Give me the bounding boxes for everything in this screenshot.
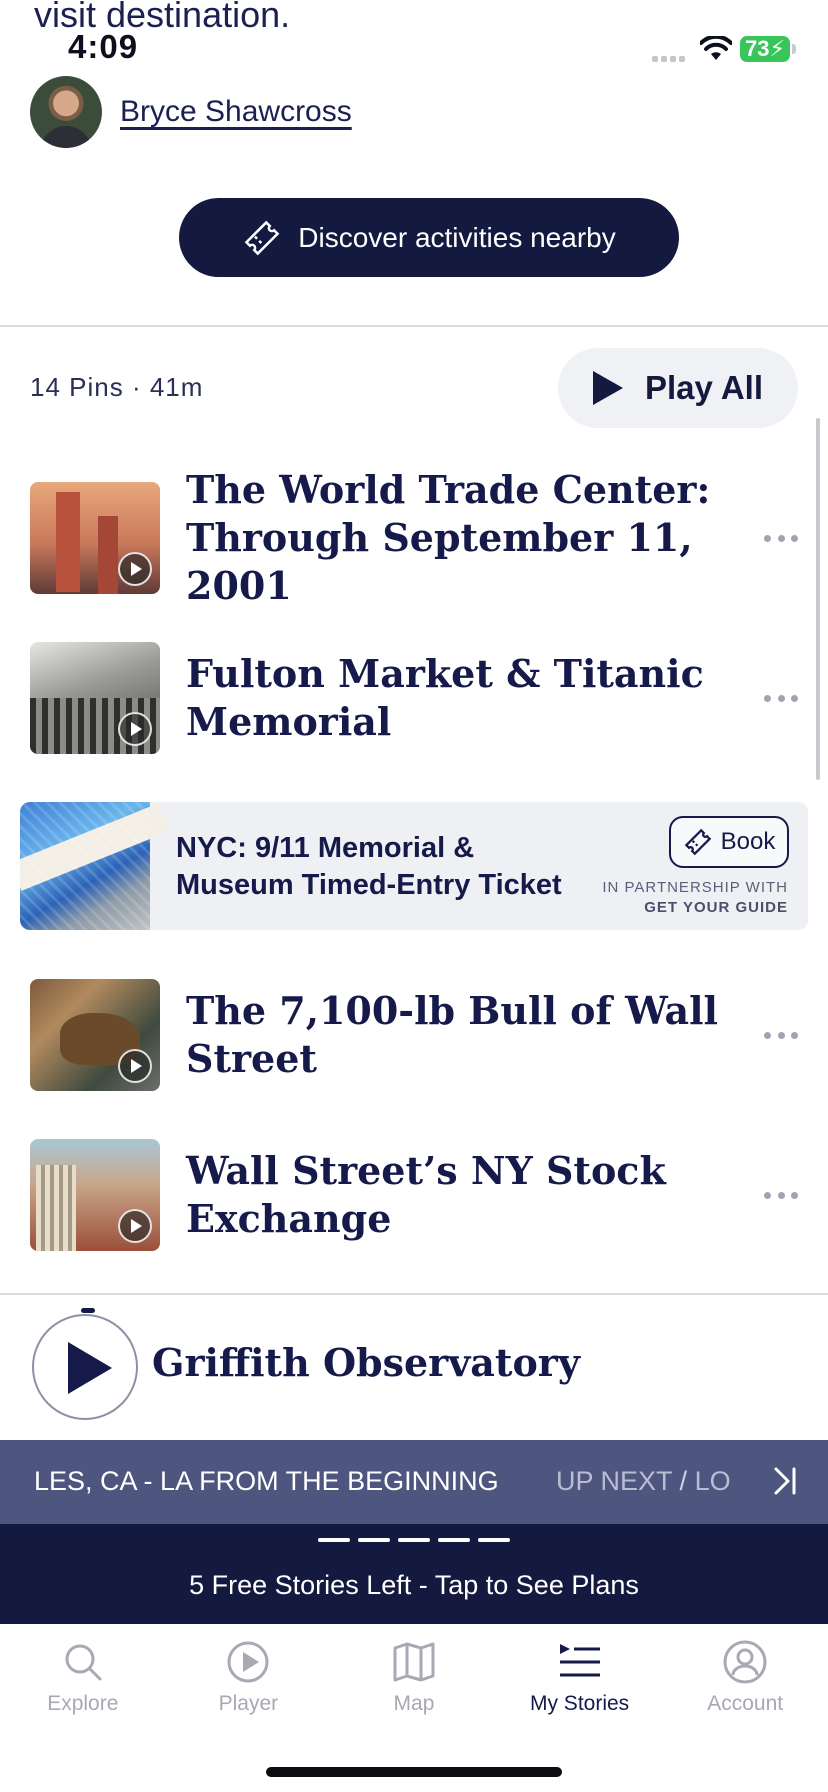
play-icon bbox=[118, 1209, 152, 1243]
tab-bar: Explore Player Map My Stories Account bbox=[0, 1624, 828, 1744]
play-icon bbox=[118, 1049, 152, 1083]
play-icon bbox=[118, 712, 152, 746]
scrollbar[interactable] bbox=[816, 418, 820, 780]
avatar[interactable] bbox=[30, 76, 102, 148]
drag-handle[interactable] bbox=[318, 1538, 518, 1542]
account-icon bbox=[723, 1640, 767, 1684]
book-button-label: Book bbox=[720, 828, 776, 855]
more-options-icon[interactable] bbox=[764, 528, 798, 548]
more-options-icon[interactable] bbox=[764, 1025, 798, 1045]
play-all-label: Play All bbox=[645, 369, 763, 406]
partnership-text: IN PARTNERSHIP WITH bbox=[602, 879, 788, 896]
discover-activities-button[interactable]: Discover activities nearby bbox=[179, 198, 679, 277]
promo-title: NYC: 9/11 Memorial & Museum Timed-Entry … bbox=[176, 832, 562, 901]
tour-marquee[interactable]: LES, CA - LA FROM THE BEGINNING UP NEXT … bbox=[0, 1440, 828, 1524]
pin-title: The 7,100-lb Bull of Wall Street bbox=[186, 988, 718, 1081]
battery-level: 73 bbox=[745, 36, 770, 61]
tab-player[interactable]: Player bbox=[166, 1624, 332, 1744]
section-divider bbox=[0, 325, 828, 327]
playlist-icon bbox=[559, 1644, 600, 1677]
promo-ticket-card[interactable]: NYC: 9/11 Memorial & Museum Timed-Entry … bbox=[20, 802, 808, 930]
list-item[interactable]: Wall Street’s NY Stock Exchange bbox=[30, 1139, 800, 1251]
play-all-button[interactable]: Play All bbox=[558, 348, 798, 428]
partner-name: GET YOUR GUIDE bbox=[644, 899, 788, 916]
pin-title: Wall Street’s NY Stock Exchange bbox=[186, 1148, 666, 1241]
play-icon bbox=[593, 371, 623, 405]
more-options-icon[interactable] bbox=[764, 688, 798, 708]
tab-label: Account bbox=[707, 1692, 784, 1715]
list-item[interactable]: The 7,100-lb Bull of Wall Street bbox=[30, 979, 800, 1091]
battery-icon: 73⚡ bbox=[740, 36, 790, 62]
status-time: 4:09 bbox=[68, 28, 139, 65]
play-circle-icon bbox=[227, 1641, 269, 1683]
free-stories-banner[interactable]: 5 Free Stories Left - Tap to See Plans bbox=[0, 1524, 828, 1624]
tab-label: Player bbox=[218, 1692, 279, 1715]
cellular-signal-icon bbox=[652, 54, 688, 65]
tab-map[interactable]: Map bbox=[331, 1624, 497, 1744]
tab-label: My Stories bbox=[529, 1692, 630, 1715]
play-button[interactable] bbox=[32, 1314, 138, 1420]
tab-label: Explore bbox=[47, 1692, 119, 1715]
author-name-link[interactable]: Bryce Shawcross bbox=[120, 95, 352, 129]
section-divider bbox=[0, 1293, 828, 1295]
tab-my-stories[interactable]: My Stories bbox=[497, 1624, 663, 1744]
list-item[interactable]: The World Trade Center: Through Septembe… bbox=[30, 467, 800, 608]
now-playing-bar[interactable]: Griffith Observatory bbox=[0, 1296, 828, 1440]
pin-thumbnail[interactable] bbox=[30, 642, 160, 754]
book-button[interactable]: Book bbox=[669, 816, 789, 868]
promo-thumbnail bbox=[20, 802, 150, 930]
tab-account[interactable]: Account bbox=[662, 1624, 828, 1744]
skip-next-icon[interactable] bbox=[770, 1464, 800, 1498]
author-row[interactable]: Bryce Shawcross bbox=[30, 76, 352, 148]
pin-title: Fulton Market & Titanic Memorial bbox=[186, 651, 704, 744]
tab-explore[interactable]: Explore bbox=[0, 1624, 166, 1744]
partnership-label: IN PARTNERSHIP WITH GET YOUR GUIDE bbox=[602, 878, 788, 918]
ticket-icon bbox=[684, 828, 711, 856]
search-icon bbox=[65, 1644, 102, 1681]
status-bar: 4:09 73⚡ bbox=[0, 0, 828, 80]
playlist-meta: 14 Pins · 41m bbox=[30, 372, 204, 402]
playback-progress-indicator bbox=[81, 1308, 95, 1313]
home-indicator[interactable] bbox=[266, 1767, 562, 1777]
list-item[interactable]: Fulton Market & Titanic Memorial bbox=[30, 642, 800, 754]
pin-thumbnail[interactable] bbox=[30, 1139, 160, 1251]
ticket-icon bbox=[244, 220, 280, 255]
pin-thumbnail[interactable] bbox=[30, 979, 160, 1091]
play-icon bbox=[118, 552, 152, 586]
free-stories-text: 5 Free Stories Left - Tap to See Plans bbox=[189, 1570, 639, 1600]
now-playing-title: Griffith Observatory bbox=[152, 1340, 580, 1385]
tab-label: Map bbox=[393, 1692, 435, 1715]
up-next-label: UP NEXT / LO bbox=[556, 1466, 731, 1496]
marquee-text: LES, CA - LA FROM THE BEGINNING bbox=[34, 1466, 499, 1496]
pin-thumbnail[interactable] bbox=[30, 482, 160, 594]
wifi-icon bbox=[700, 36, 732, 60]
map-icon bbox=[393, 1642, 435, 1682]
more-options-icon[interactable] bbox=[764, 1185, 798, 1205]
battery-tip bbox=[792, 44, 796, 54]
pin-title: The World Trade Center: Through Septembe… bbox=[186, 467, 711, 608]
discover-button-label: Discover activities nearby bbox=[298, 221, 616, 253]
